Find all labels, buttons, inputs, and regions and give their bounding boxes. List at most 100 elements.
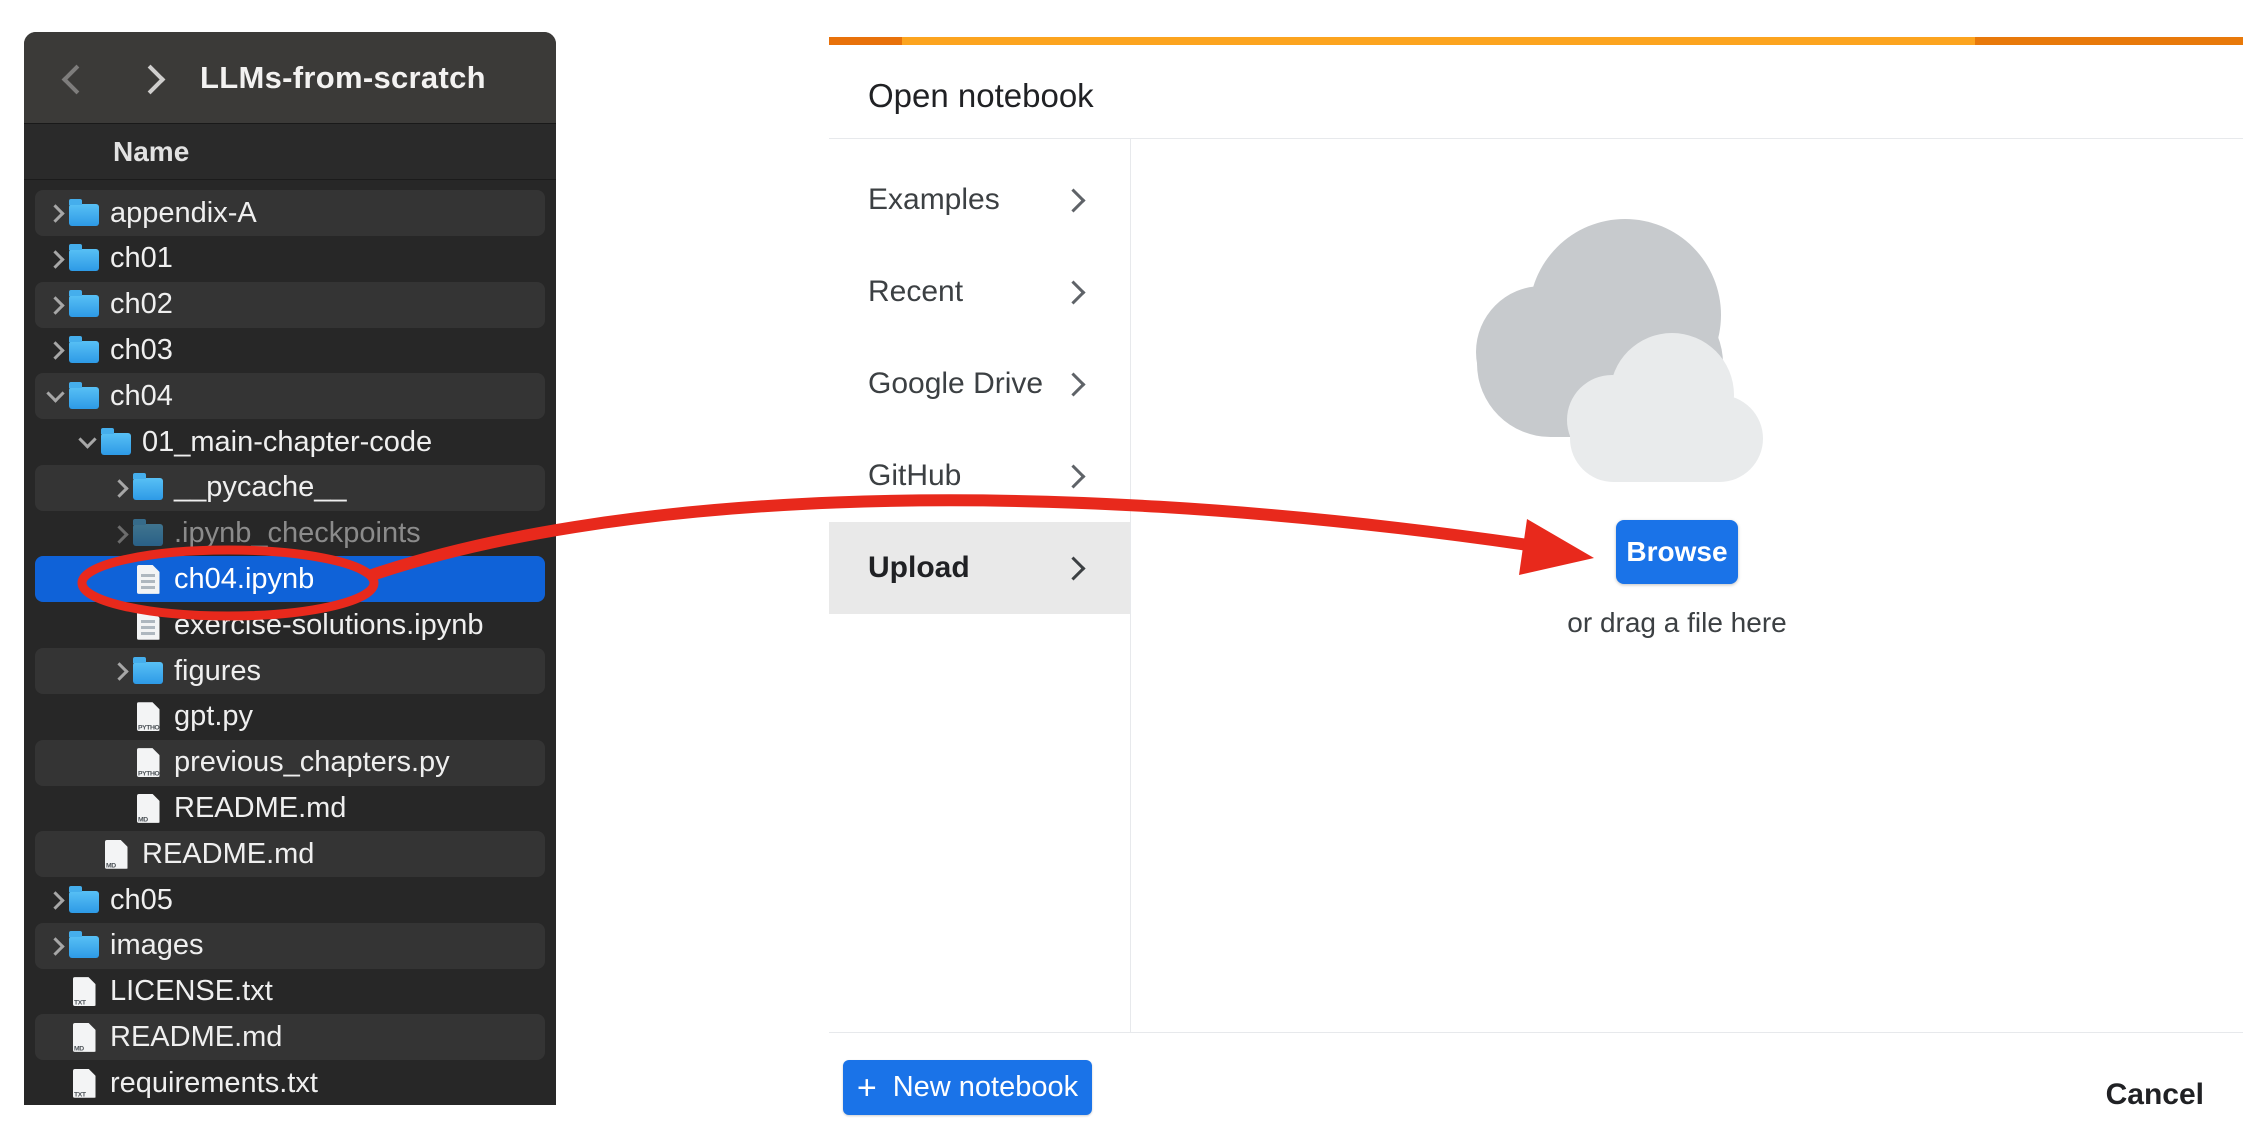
new-notebook-label: New notebook xyxy=(893,1071,1078,1104)
file-name: LICENSE.txt xyxy=(110,975,273,1008)
tree-row[interactable]: MD README.md xyxy=(35,831,545,877)
tree-row[interactable]: exercise-solutions.ipynb xyxy=(35,602,545,648)
collapse-icon[interactable] xyxy=(76,430,100,454)
file-name: figures xyxy=(174,655,261,688)
drag-hint-text: or drag a file here xyxy=(1557,607,1797,639)
expand-icon[interactable] xyxy=(108,476,132,500)
footer-divider xyxy=(829,1032,2243,1033)
expand-icon[interactable] xyxy=(44,888,68,912)
tree-row[interactable]: ch05 xyxy=(35,877,545,923)
file-name: ch02 xyxy=(110,288,173,321)
sidebar-item-github[interactable]: GitHub xyxy=(829,430,1130,522)
loading-bar-segment-right xyxy=(1975,37,2243,45)
browse-button[interactable]: Browse xyxy=(1616,520,1738,584)
twistie-spacer xyxy=(44,1025,68,1049)
file-name: requirements.txt xyxy=(110,1067,318,1100)
expand-icon[interactable] xyxy=(108,522,132,546)
folder-icon xyxy=(69,387,99,409)
file-name: README.md xyxy=(174,792,346,825)
folder-icon xyxy=(133,662,163,684)
folder-icon xyxy=(69,891,99,913)
file-list: appendix-Ach01 ch02 ch03ch0401_main-chapte… xyxy=(24,180,556,1105)
twistie-spacer xyxy=(108,705,132,729)
tree-row[interactable]: 01_main-chapter-code xyxy=(35,419,545,465)
sidebar-item-label: Examples xyxy=(868,183,1000,217)
tree-row[interactable]: ch03 xyxy=(35,327,545,373)
folder-icon xyxy=(69,204,99,226)
plus-icon: + xyxy=(857,1071,877,1105)
file-icon: MD xyxy=(73,1023,96,1052)
file-name: images xyxy=(110,929,204,962)
folder-icon xyxy=(69,295,99,317)
file-icon xyxy=(137,611,160,640)
tree-row[interactable]: MDREADME.md xyxy=(35,785,545,831)
tree-row[interactable]: ch01 xyxy=(35,236,545,282)
tree-row[interactable]: ch04.ipynb xyxy=(35,556,545,602)
file-type-badge: MD xyxy=(74,1044,84,1052)
file-type-badge: TXT xyxy=(74,998,86,1006)
file-browser-titlebar: LLMs-from-scratch xyxy=(24,32,556,124)
tree-row[interactable]: figures xyxy=(35,648,545,694)
twistie-spacer xyxy=(108,751,132,775)
chevron-right-icon xyxy=(1061,556,1085,580)
file-icon: PYTHON xyxy=(137,702,160,731)
tree-row[interactable]: __pycache__ xyxy=(35,465,545,511)
file-type-badge: MD xyxy=(106,861,116,869)
file-icon: TXT xyxy=(73,1069,96,1098)
loading-bar-segment-left xyxy=(829,37,902,45)
upload-drop-zone[interactable]: Browse or drag a file here xyxy=(1131,139,2243,1033)
name-column-header[interactable]: Name xyxy=(24,124,556,180)
expand-icon[interactable] xyxy=(44,338,68,362)
twistie-spacer xyxy=(108,796,132,820)
tree-row[interactable]: images xyxy=(35,923,545,969)
sidebar-item-label: Upload xyxy=(868,551,970,585)
file-name: previous_chapters.py xyxy=(174,746,450,779)
expand-icon[interactable] xyxy=(44,201,68,225)
folder-icon xyxy=(101,433,131,455)
twistie-spacer xyxy=(108,567,132,591)
forward-chevron-icon[interactable] xyxy=(136,65,166,95)
file-name: README.md xyxy=(142,838,314,871)
twistie-spacer xyxy=(108,613,132,637)
tree-row[interactable]: ch02 xyxy=(35,282,545,328)
dialog-title: Open notebook xyxy=(868,77,1094,115)
open-notebook-dialog: Open notebook Examples Recent Google Drive… xyxy=(829,37,2243,1142)
tree-row[interactable]: PYTHON previous_chapters.py xyxy=(35,740,545,786)
loading-bar-segment-middle xyxy=(902,37,1975,45)
chevron-right-icon xyxy=(1061,188,1085,212)
file-browser-window: LLMs-from-scratch Name appendix-Ach01 ch0… xyxy=(24,32,556,1105)
file-type-badge: PYTHON xyxy=(138,724,164,732)
expand-icon[interactable] xyxy=(44,293,68,317)
new-notebook-button[interactable]: + New notebook xyxy=(843,1060,1092,1115)
chevron-right-icon xyxy=(1061,280,1085,304)
file-type-badge: PYTHON xyxy=(138,769,164,777)
twistie-spacer xyxy=(76,842,100,866)
tree-row[interactable]: MDREADME.md xyxy=(35,1014,545,1060)
expand-icon[interactable] xyxy=(44,934,68,958)
sidebar-item-recent[interactable]: Recent xyxy=(829,246,1130,338)
tree-row[interactable]: PYTHONgpt.py xyxy=(35,694,545,740)
file-name: __pycache__ xyxy=(174,471,347,504)
folder-icon xyxy=(69,341,99,363)
tree-row[interactable]: ch04 xyxy=(35,373,545,419)
twistie-spacer xyxy=(44,1071,68,1095)
cancel-button[interactable]: Cancel xyxy=(2100,1077,2210,1113)
file-icon: MD xyxy=(105,840,128,869)
folder-icon xyxy=(133,524,163,546)
screenshot-canvas: LLMs-from-scratch Name appendix-Ach01 ch0… xyxy=(0,0,2268,1142)
tree-row[interactable]: .ipynb_checkpoints xyxy=(35,511,545,557)
back-chevron-icon[interactable] xyxy=(62,65,92,95)
tree-row[interactable]: appendix-A xyxy=(35,190,545,236)
expand-icon[interactable] xyxy=(108,659,132,683)
sidebar-item-upload[interactable]: Upload xyxy=(829,522,1130,614)
tree-row[interactable]: TXT LICENSE.txt xyxy=(35,969,545,1015)
collapse-icon[interactable] xyxy=(44,384,68,408)
sidebar-item-google-drive[interactable]: Google Drive xyxy=(829,338,1130,430)
sidebar-item-examples[interactable]: Examples xyxy=(829,154,1130,246)
file-icon: PYTHON xyxy=(137,748,160,777)
tree-row[interactable]: TXT requirements.txt xyxy=(35,1060,545,1105)
expand-icon[interactable] xyxy=(44,247,68,271)
chevron-right-icon xyxy=(1061,464,1085,488)
cloud-front-icon xyxy=(1570,395,1763,482)
sidebar-item-label: Recent xyxy=(868,275,963,309)
